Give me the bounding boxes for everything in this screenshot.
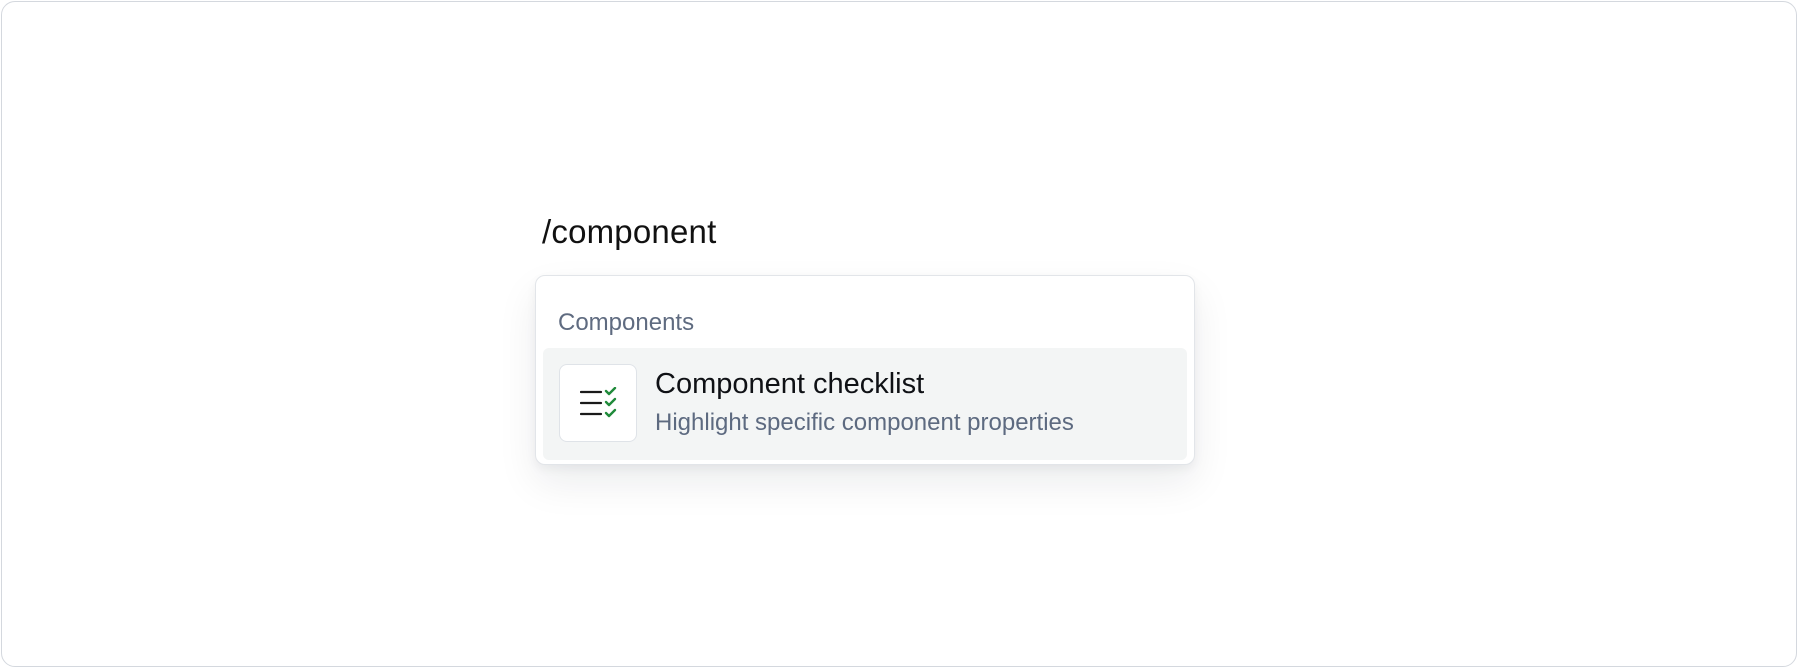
checklist-icon <box>580 387 617 418</box>
menu-item-component-checklist[interactable]: Component checklist Highlight specific c… <box>543 348 1187 460</box>
slash-command-menu: Components Component checklist Highlight… <box>535 275 1195 465</box>
menu-item-subtitle: Highlight specific component properties <box>655 409 1074 436</box>
editor-canvas[interactable]: /component Components Component checklis… <box>1 1 1797 667</box>
slash-command-text[interactable]: /component <box>542 212 716 252</box>
menu-item-title: Component checklist <box>655 368 925 400</box>
checklist-icon-box <box>559 364 637 442</box>
menu-section-title: Components <box>558 309 695 336</box>
